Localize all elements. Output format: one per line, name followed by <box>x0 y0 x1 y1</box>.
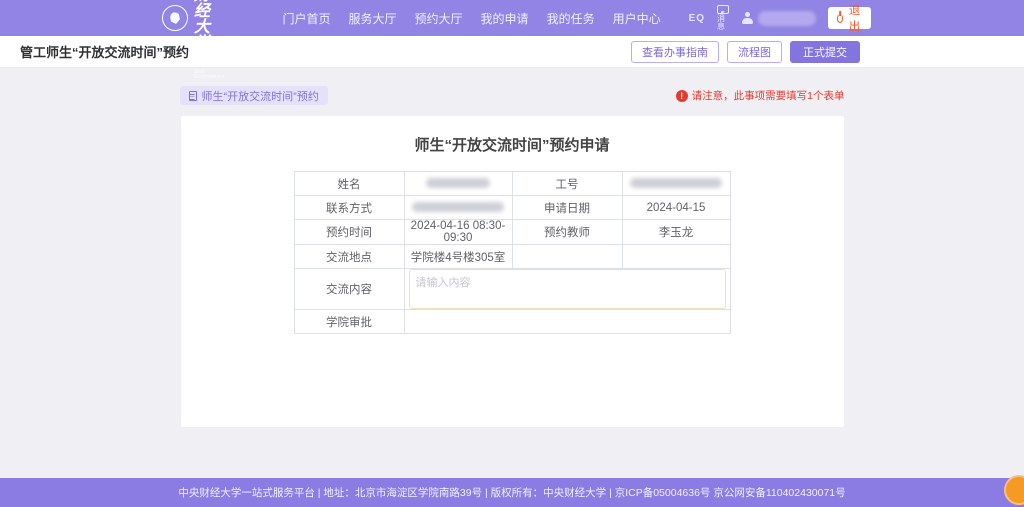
warning-icon <box>676 90 688 102</box>
user-avatar-icon <box>741 12 753 24</box>
university-logo: 中央财经大学 Central University of Finance and… <box>162 0 225 81</box>
page-title: 管工师生“开放交流时间”预约 <box>20 42 189 61</box>
logout-button[interactable]: 退出 <box>828 7 871 29</box>
form-card: 师生“开放交流时间”预约申请 姓名 工号 联系方式 申请日期 2024-04-1… <box>180 115 845 428</box>
university-name: 中央财经大学 <box>194 0 225 51</box>
university-name-en: Central University of Finance and Econom… <box>194 53 225 81</box>
page-toolbar: 管工师生“开放交流时间”预约 查看办事指南 流程图 正式提交 <box>0 36 1024 68</box>
table-row: 姓名 工号 <box>294 172 730 196</box>
empty-cell <box>622 245 730 269</box>
employee-id-label: 工号 <box>512 172 622 196</box>
main-nav: 门户首页 服务大厅 预约大厅 我的申请 我的任务 用户中心 <box>283 10 661 27</box>
name-label: 姓名 <box>294 172 404 196</box>
nav-item-portal-home[interactable]: 门户首页 <box>283 10 331 27</box>
table-row: 预约时间 2024-04-16 08:30-09:30 预约教师 李玉龙 <box>294 220 730 245</box>
content-label: 交流内容 <box>294 269 404 310</box>
document-icon <box>189 91 197 101</box>
reserve-time-value: 2024-04-16 08:30-09:30 <box>404 220 512 245</box>
user-menu[interactable] <box>741 11 816 26</box>
messages-label: 消息 <box>717 15 729 31</box>
translate-icon[interactable]: EQ <box>689 13 705 24</box>
top-header: 中央财经大学 Central University of Finance and… <box>0 0 1024 36</box>
table-row: 学院审批 <box>294 310 730 334</box>
table-row: 联系方式 申请日期 2024-04-15 <box>294 196 730 220</box>
approval-label: 学院审批 <box>294 310 404 334</box>
teacher-label: 预约教师 <box>512 220 622 245</box>
reserve-time-label: 预约时间 <box>294 220 404 245</box>
table-row: 交流地点 学院楼4号楼305室 <box>294 245 730 269</box>
flowchart-button[interactable]: 流程图 <box>727 41 782 63</box>
view-guide-button[interactable]: 查看办事指南 <box>631 41 719 63</box>
location-value: 学院楼4号楼305室 <box>404 245 512 269</box>
contact-label: 联系方式 <box>294 196 404 220</box>
nav-item-user-center[interactable]: 用户中心 <box>613 10 661 27</box>
notice-text: 请注意，此事项需要填写1个表单 <box>692 88 845 103</box>
nav-item-reservation-hall[interactable]: 预约大厅 <box>415 10 463 27</box>
form-tab[interactable]: 师生“开放交流时间”预约 <box>180 86 328 105</box>
form-count-notice: 请注意，此事项需要填写1个表单 <box>676 88 845 103</box>
message-bubble-icon <box>717 5 729 14</box>
page-footer: 中央财经大学一站式服务平台 | 地址：北京市海淀区学院南路39号 | 版权所有：… <box>0 478 1024 507</box>
table-row: 交流内容 <box>294 269 730 310</box>
power-icon <box>837 14 843 23</box>
employee-id-value <box>622 172 730 196</box>
contact-value <box>404 196 512 220</box>
form-title: 师生“开放交流时间”预约申请 <box>181 134 844 155</box>
nav-item-my-applications[interactable]: 我的申请 <box>481 10 529 27</box>
teacher-value: 李玉龙 <box>622 220 730 245</box>
redacted-employee-id <box>630 178 722 188</box>
redacted-name <box>426 178 490 188</box>
name-value <box>404 172 512 196</box>
apply-date-label: 申请日期 <box>512 196 622 220</box>
messages-button[interactable]: 消息 <box>717 5 729 31</box>
form-tab-label: 师生“开放交流时间”预约 <box>202 88 319 104</box>
user-name-redacted <box>758 11 816 26</box>
redacted-contact <box>412 202 504 212</box>
apply-date-value: 2024-04-15 <box>622 196 730 220</box>
nav-item-my-tasks[interactable]: 我的任务 <box>547 10 595 27</box>
university-logo-icon <box>162 5 188 31</box>
submit-button[interactable]: 正式提交 <box>790 41 860 63</box>
footer-text: 中央财经大学一站式服务平台 | 地址：北京市海淀区学院南路39号 | 版权所有：… <box>178 485 845 500</box>
location-label: 交流地点 <box>294 245 404 269</box>
content-cell <box>404 269 730 310</box>
empty-cell <box>512 245 622 269</box>
approval-value <box>404 310 730 334</box>
main-content: 师生“开放交流时间”预约 请注意，此事项需要填写1个表单 师生“开放交流时间”预… <box>0 68 1024 478</box>
communication-content-input[interactable] <box>409 269 726 309</box>
application-form-table: 姓名 工号 联系方式 申请日期 2024-04-15 预约时间 2024-04-… <box>294 171 731 334</box>
nav-item-service-hall[interactable]: 服务大厅 <box>349 10 397 27</box>
logout-label: 退出 <box>847 2 861 34</box>
